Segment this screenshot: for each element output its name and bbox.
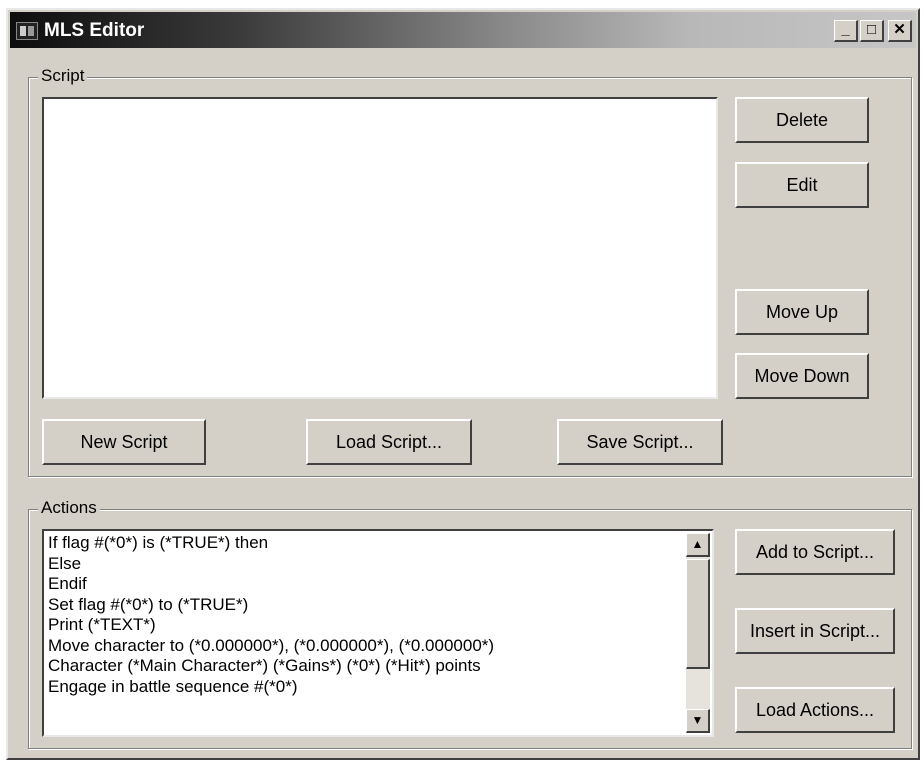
actions-group-label: Actions	[38, 498, 100, 518]
actions-list: If flag #(*0*) is (*TRUE*) then Else End…	[46, 533, 684, 733]
list-item[interactable]: Endif	[46, 574, 684, 595]
script-group-label: Script	[38, 66, 88, 86]
actions-scrollbar[interactable]: ▲ ▼	[686, 533, 710, 733]
window-title: MLS Editor	[44, 20, 145, 41]
mls-editor-window: MLS Editor _ □ ✕ Script Delete Edit Move…	[6, 8, 920, 760]
delete-button[interactable]: Delete	[735, 97, 869, 143]
load-actions-button[interactable]: Load Actions...	[735, 687, 895, 733]
edit-button[interactable]: Edit	[735, 162, 869, 208]
move-up-button[interactable]: Move Up	[735, 289, 869, 335]
actions-listbox[interactable]: If flag #(*0*) is (*TRUE*) then Else End…	[42, 529, 714, 737]
arrow-down-icon[interactable]: ▼	[686, 709, 710, 733]
close-button[interactable]: ✕	[888, 20, 912, 42]
list-item[interactable]: Engage in battle sequence #(*0*)	[46, 677, 684, 698]
list-item[interactable]: Else	[46, 554, 684, 575]
list-item[interactable]: Print (*TEXT*)	[46, 615, 684, 636]
scrollbar-thumb[interactable]	[686, 559, 710, 669]
arrow-up-icon[interactable]: ▲	[686, 533, 710, 557]
save-script-button[interactable]: Save Script...	[557, 419, 723, 465]
list-item[interactable]: Move character to (*0.000000*), (*0.0000…	[46, 636, 684, 657]
list-item[interactable]: If flag #(*0*) is (*TRUE*) then	[46, 533, 684, 554]
script-listbox[interactable]	[42, 97, 718, 399]
add-to-script-button[interactable]: Add to Script...	[735, 529, 895, 575]
list-item[interactable]: Set flag #(*0*) to (*TRUE*)	[46, 595, 684, 616]
minimize-button[interactable]: _	[834, 20, 858, 42]
new-script-button[interactable]: New Script	[42, 419, 206, 465]
insert-in-script-button[interactable]: Insert in Script...	[735, 608, 895, 654]
title-bar[interactable]: MLS Editor _ □ ✕	[10, 12, 916, 48]
move-down-button[interactable]: Move Down	[735, 353, 869, 399]
list-item[interactable]: Character (*Main Character*) (*Gains*) (…	[46, 656, 684, 677]
load-script-button[interactable]: Load Script...	[306, 419, 472, 465]
app-icon[interactable]	[16, 22, 38, 40]
maximize-button[interactable]: □	[860, 20, 884, 42]
